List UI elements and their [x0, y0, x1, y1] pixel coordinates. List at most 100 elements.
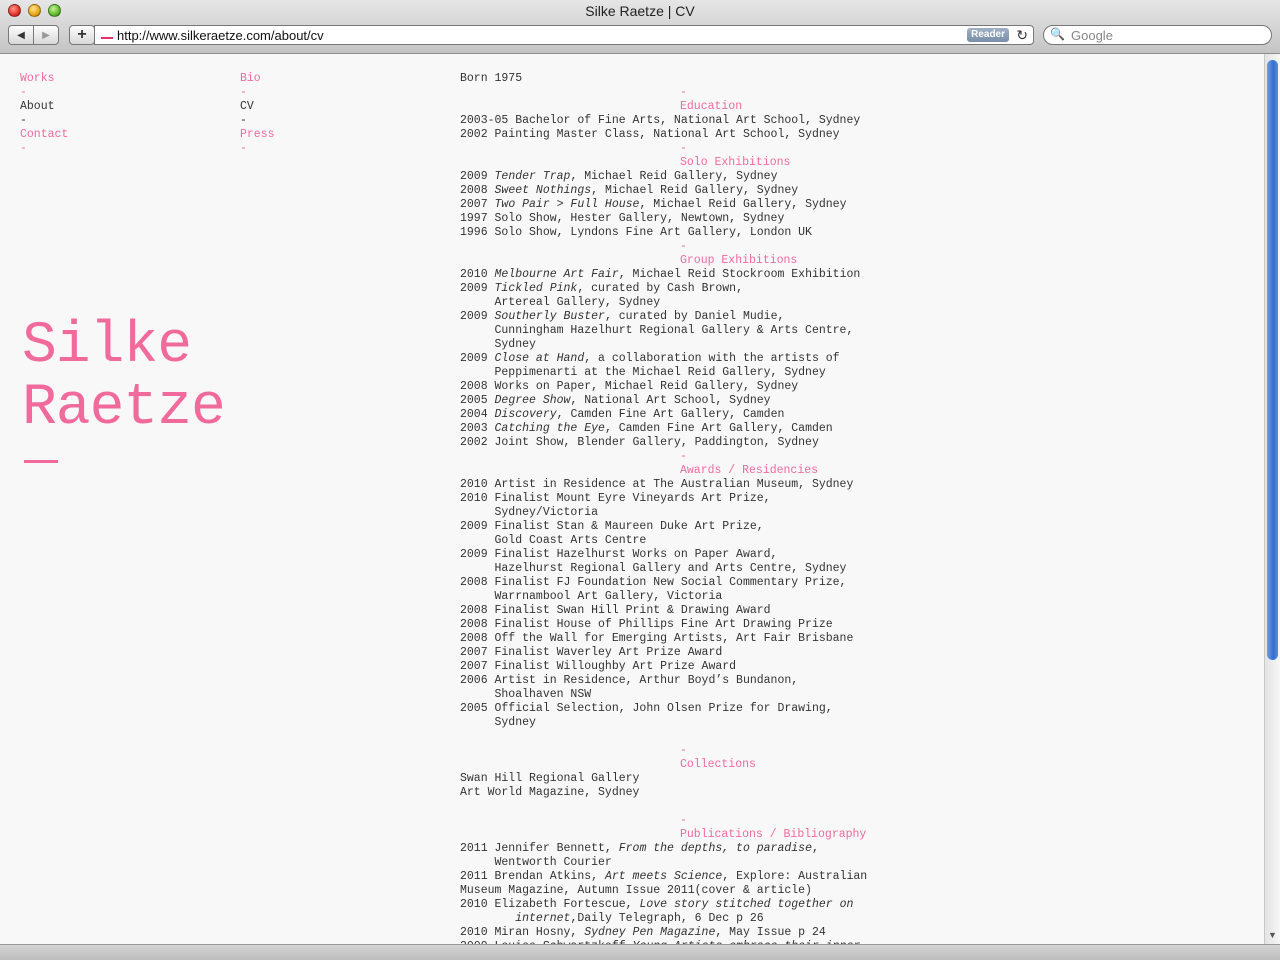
- browser-toolbar: Silke Raetze | CV ◀ ▶ + http://www.silke…: [0, 0, 1280, 54]
- cv-entry: 2003-05 Bachelor of Fine Arts, National …: [460, 114, 861, 127]
- cv-entry: 2010 Elizabeth Fortescue, Love story sti…: [460, 898, 854, 911]
- cv-entry: 2006 Artist in Residence, Arthur Boyd’s …: [460, 674, 799, 687]
- cv-entry: Museum Magazine, Autumn Issue 2011(cover…: [460, 884, 812, 897]
- cv-entry: 2010 Miran Hosny, Sydney Pen Magazine, M…: [460, 926, 826, 939]
- cv-entry: Warrnambool Art Gallery, Victoria: [460, 590, 723, 603]
- cv-entry: 2007 Two Pair > Full House, Michael Reid…: [460, 198, 847, 211]
- cv-section-separator: -: [680, 744, 687, 757]
- cv-entry: Sydney/Victoria: [460, 506, 599, 519]
- cv-entry: 2003 Catching the Eye, Camden Fine Art G…: [460, 422, 833, 435]
- cv-entry: Wentworth Courier: [460, 856, 612, 869]
- scroll-down-arrow-icon[interactable]: ▼: [1268, 930, 1277, 940]
- subnav-link-press[interactable]: Press: [240, 128, 275, 142]
- cv-content: Born 1975- Education 2003-05 Bachelor of F…: [460, 72, 900, 944]
- nav-separator: -: [20, 114, 27, 127]
- page-viewport: Works - About - Contact - Bio - CV - Press - Silke…: [0, 54, 1264, 944]
- nav-separator: -: [240, 142, 247, 155]
- cv-entry: 2005 Degree Show, National Art School, S…: [460, 394, 771, 407]
- reload-icon[interactable]: ↻: [1016, 27, 1028, 44]
- reader-button[interactable]: Reader: [967, 28, 1009, 42]
- cv-section-separator: -: [680, 142, 687, 155]
- cv-section-heading: Solo Exhibitions: [680, 156, 791, 169]
- logo-first-name: Silke: [22, 314, 192, 379]
- nav-separator: -: [240, 114, 247, 127]
- plus-icon: +: [77, 26, 87, 43]
- cv-entry: Sydney: [460, 716, 536, 729]
- cv-entry: 2010 Finalist Mount Eyre Vineyards Art P…: [460, 492, 771, 505]
- logo-dash: [24, 460, 58, 463]
- cv-entry: 2010 Melbourne Art Fair, Michael Reid St…: [460, 268, 861, 281]
- sub-nav: Bio - CV - Press -: [240, 72, 275, 156]
- cv-entry: 2009 Tender Trap, Michael Reid Gallery, …: [460, 170, 778, 183]
- cv-entry: 2009 Tickled Pink, curated by Cash Brown…: [460, 282, 743, 295]
- cv-entry: 2008 Finalist FJ Foundation New Social C…: [460, 576, 847, 589]
- search-placeholder: Google: [1071, 28, 1113, 43]
- cv-entry: 2009 Finalist Stan & Maureen Duke Art Pr…: [460, 520, 764, 533]
- subnav-link-cv[interactable]: CV: [240, 100, 275, 114]
- cv-entry: Gold Coast Arts Centre: [460, 534, 647, 547]
- cv-section-heading: Publications / Bibliography: [680, 828, 867, 841]
- nav-link-works[interactable]: Works: [20, 72, 68, 86]
- cv-section-separator: -: [680, 240, 687, 253]
- cv-spacer: [460, 800, 900, 814]
- cv-entry: 2007 Finalist Willoughby Art Prize Award: [460, 660, 737, 673]
- cv-entry: 2008 Off the Wall for Emerging Artists, …: [460, 632, 854, 645]
- cv-entry: 2010 Artist in Residence at The Australi…: [460, 478, 854, 491]
- back-button[interactable]: ◀: [8, 25, 34, 45]
- cv-section-heading: Awards / Residencies: [680, 464, 819, 477]
- search-icon: 🔍: [1050, 27, 1065, 41]
- cv-entry: 2011 Brendan Atkins, Art meets Science, …: [460, 870, 868, 883]
- cv-section-heading: Education: [680, 100, 743, 113]
- search-input[interactable]: 🔍 Google: [1043, 25, 1272, 45]
- cv-entry: Peppimenarti at the Michael Reid Gallery…: [460, 366, 826, 379]
- add-bookmark-button[interactable]: +: [69, 25, 95, 45]
- window-title: Silke Raetze | CV: [585, 3, 695, 19]
- vertical-scrollbar[interactable]: ▼: [1264, 54, 1280, 944]
- cv-section-heading: Group Exhibitions: [680, 254, 798, 267]
- scroll-thumb[interactable]: [1267, 60, 1278, 660]
- cv-entry: Art World Magazine, Sydney: [460, 786, 640, 799]
- cv-entry: 2008 Finalist House of Phillips Fine Art…: [460, 618, 833, 631]
- forward-button[interactable]: ▶: [33, 25, 59, 45]
- cv-entry: internet,Daily Telegraph, 6 Dec p 26: [515, 912, 764, 925]
- nav-separator: -: [20, 142, 27, 155]
- cv-entry: 2009 Close at Hand, a collaboration with…: [460, 352, 840, 365]
- cv-entry: 2009 Southerly Buster, curated by Daniel…: [460, 310, 785, 323]
- cv-entry: 2005 Official Selection, John Olsen Priz…: [460, 702, 833, 715]
- url-text[interactable]: http://www.silkeraetze.com/about/cv: [117, 28, 324, 43]
- cv-entry: 1997 Solo Show, Hester Gallery, Newtown,…: [460, 212, 785, 225]
- main-nav: Works - About - Contact -: [20, 72, 68, 156]
- forward-arrow-icon: ▶: [42, 29, 50, 41]
- cv-entry: Born 1975: [460, 72, 523, 85]
- nav-link-about[interactable]: About: [20, 100, 68, 114]
- cv-entry: 2008 Sweet Nothings, Michael Reid Galler…: [460, 184, 799, 197]
- cv-entry: 2008 Works on Paper, Michael Reid Galler…: [460, 380, 799, 393]
- cv-entry: 2007 Finalist Waverley Art Prize Award: [460, 646, 723, 659]
- cv-entry: 2009 Finalist Hazelhurst Works on Paper …: [460, 548, 778, 561]
- site-favicon-icon: [101, 37, 113, 39]
- site-logo[interactable]: Silke Raetze: [22, 314, 226, 441]
- logo-last-name: Raetze: [22, 376, 226, 441]
- cv-entry: 2011 Jennifer Bennett, From the depths, …: [460, 842, 819, 855]
- cv-entry: 2004 Discovery, Camden Fine Art Gallery,…: [460, 408, 785, 421]
- cv-section-heading: Collections: [680, 758, 756, 771]
- cv-entry: Hazelhurst Regional Gallery and Arts Cen…: [460, 562, 847, 575]
- cv-section-separator: -: [680, 450, 687, 463]
- cv-section-separator: -: [680, 86, 687, 99]
- cv-entry: Cunningham Hazelhurt Regional Gallery & …: [460, 324, 854, 337]
- address-bar[interactable]: http://www.silkeraetze.com/about/cv Read…: [94, 25, 1034, 45]
- cv-entry: Sydney: [460, 338, 536, 351]
- nav-separator: -: [20, 86, 27, 99]
- cv-entry: 2002 Joint Show, Blender Gallery, Paddin…: [460, 436, 819, 449]
- cv-entry: Artereal Gallery, Sydney: [460, 296, 661, 309]
- cv-entry: 2002 Painting Master Class, National Art…: [460, 128, 840, 141]
- subnav-link-bio[interactable]: Bio: [240, 72, 275, 86]
- status-bar: [0, 944, 1280, 960]
- back-arrow-icon: ◀: [17, 29, 25, 41]
- cv-entry: 1996 Solo Show, Lyndons Fine Art Gallery…: [460, 226, 812, 239]
- cv-spacer: [460, 730, 900, 744]
- cv-entry: 2008 Finalist Swan Hill Print & Drawing …: [460, 604, 771, 617]
- cv-entry: Shoalhaven NSW: [460, 688, 592, 701]
- nav-separator: -: [240, 86, 247, 99]
- nav-link-contact[interactable]: Contact: [20, 128, 68, 142]
